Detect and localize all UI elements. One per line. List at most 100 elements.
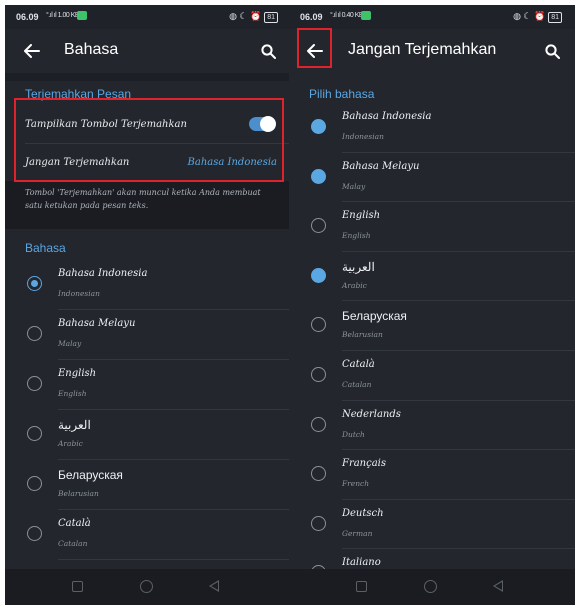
language-item[interactable]: Nederlands Dutch: [289, 401, 575, 451]
status-bar: 06.09 °.ıl ıl 0.40 KB/S ◍ ☾ ⏰ 81: [289, 5, 575, 29]
radio-button[interactable]: [27, 426, 42, 441]
radio-button[interactable]: [27, 526, 42, 541]
nav-back-icon[interactable]: [209, 580, 219, 592]
language-name: Català: [58, 518, 91, 529]
arrow-left-icon: [307, 44, 323, 58]
right-phone-screen: 06.09 °.ıl ıl 0.40 KB/S ◍ ☾ ⏰ 81 Jangan T…: [289, 5, 575, 605]
app-bar: Bahasa: [5, 29, 291, 73]
nav-recents-icon[interactable]: [356, 581, 367, 592]
checkbox-circle[interactable]: [311, 317, 326, 333]
nav-recents-icon[interactable]: [72, 581, 83, 592]
language-item[interactable]: Bahasa Indonesia Indonesian: [289, 103, 575, 153]
radio-button[interactable]: [27, 376, 42, 391]
show-translate-button-toggle[interactable]: [249, 116, 276, 132]
language-name: Беларуская: [342, 309, 407, 324]
divider: [58, 559, 291, 560]
radio-button[interactable]: [27, 276, 42, 291]
language-english-name: Malay: [58, 339, 82, 348]
back-button[interactable]: [302, 38, 328, 64]
system-icons: ◍ ☾ ⏰ 81: [229, 11, 278, 23]
app-bar: Jangan Terjemahkan: [289, 29, 575, 73]
search-icon: [544, 43, 560, 59]
language-name: Bahasa Indonesia: [58, 268, 148, 279]
dont-translate-label: Jangan Terjemahkan: [25, 157, 130, 168]
language-english-name: Belarusian: [58, 489, 99, 498]
language-name: العربية: [342, 259, 375, 274]
language-item[interactable]: Беларуская Belarusian: [289, 301, 575, 351]
checkbox-circle[interactable]: [311, 119, 326, 134]
language-english-name: Catalan: [58, 539, 88, 548]
translate-info-text: Tombol 'Terjemahkan' akan muncul ketika …: [25, 188, 261, 210]
language-name: Français: [342, 458, 387, 470]
language-english-name: Indonesian: [58, 289, 100, 298]
language-item[interactable]: Bahasa Melayu Malay: [5, 310, 291, 360]
language-item[interactable]: Français French: [289, 450, 575, 500]
search-icon: [260, 43, 276, 59]
checkbox-circle[interactable]: [311, 367, 326, 382]
language-english-name: English: [342, 231, 371, 241]
dont-translate-row[interactable]: Jangan Terjemahkan Bahasa Indonesia: [25, 144, 277, 182]
status-bar: 06.09 °.ıl ıl 1.00 KB/S ◍ ☾ ⏰ 81: [5, 5, 291, 29]
language-english-name: Catalan: [342, 380, 372, 389]
checkbox-circle[interactable]: [311, 267, 326, 283]
page-title: Bahasa: [64, 41, 119, 58]
language-list: Bahasa Bahasa Indonesia Indonesian Bahasa …: [5, 229, 291, 569]
navigation-bar: [5, 569, 291, 605]
battery-icon: 81: [548, 12, 562, 23]
language-item[interactable]: العربية Arabic: [5, 410, 291, 460]
checkbox-circle[interactable]: [311, 416, 326, 432]
checkbox-circle[interactable]: [311, 168, 326, 184]
section-header-language: Bahasa: [25, 241, 66, 255]
system-status-icons: ◍ ☾ ⏰: [513, 11, 546, 21]
checkbox-circle[interactable]: [311, 218, 326, 234]
choose-language-list: Pilih bahasa Bahasa Indonesia Indonesian B…: [289, 73, 575, 599]
translate-settings-card: Terjemahkan Pesan Tampilkan Tombol Terje…: [5, 81, 291, 181]
battery-icon: 81: [264, 12, 278, 23]
language-item[interactable]: English English: [5, 360, 291, 410]
show-translate-button-label: Tampilkan Tombol Terjemahkan: [25, 119, 187, 130]
arrow-left-icon: [24, 44, 40, 58]
checkbox-circle[interactable]: [311, 515, 326, 531]
language-item[interactable]: Deutsch German: [289, 500, 575, 550]
language-item[interactable]: العربية Arabic: [289, 252, 575, 302]
language-item[interactable]: Bahasa Melayu Malay: [289, 153, 575, 203]
search-button[interactable]: [539, 38, 565, 64]
whatsapp-notification-icon: [77, 11, 87, 20]
language-english-name: Dutch: [342, 429, 365, 439]
language-english-name: Belarusian: [342, 330, 383, 340]
system-status-icons: ◍ ☾ ⏰: [229, 11, 262, 21]
dont-translate-value: Bahasa Indonesia: [187, 157, 277, 168]
whatsapp-notification-icon: [361, 11, 371, 20]
radio-button[interactable]: [27, 326, 42, 341]
language-english-name: Malay: [342, 181, 366, 191]
language-english-name: Arabic: [342, 280, 367, 290]
show-translate-button-row[interactable]: Tampilkan Tombol Terjemahkan: [25, 106, 277, 144]
language-name: Bahasa Melayu: [58, 318, 136, 329]
language-item[interactable]: Català Catalan: [289, 351, 575, 401]
language-item[interactable]: Беларуская Belarusian: [5, 460, 291, 510]
search-button[interactable]: [255, 38, 281, 64]
nav-home-icon[interactable]: [424, 580, 437, 593]
language-english-name: French: [342, 479, 370, 489]
language-item[interactable]: English English: [289, 202, 575, 252]
nav-back-icon[interactable]: [493, 580, 503, 592]
checkbox-circle[interactable]: [311, 466, 326, 482]
language-english-name: Indonesian: [342, 132, 384, 141]
status-time: 06.09: [300, 12, 323, 22]
language-english-name: English: [58, 389, 87, 398]
language-item[interactable]: Català Catalan: [5, 510, 291, 560]
left-phone-screen: 06.09 °.ıl ıl 1.00 KB/S ◍ ☾ ⏰ 81 Bahasa T…: [5, 5, 291, 605]
language-name: English: [58, 368, 97, 379]
nav-home-icon[interactable]: [140, 580, 153, 593]
language-name: العربية: [58, 418, 91, 432]
language-item[interactable]: Bahasa Indonesia Indonesian: [5, 260, 291, 310]
toggle-knob: [260, 116, 276, 132]
language-name: Bahasa Indonesia: [342, 111, 432, 122]
language-name: Bahasa Melayu: [342, 160, 420, 172]
back-button[interactable]: [19, 38, 45, 64]
radio-button[interactable]: [27, 476, 42, 491]
section-header-choose: Pilih bahasa: [309, 87, 375, 101]
language-name: Italiano: [342, 557, 381, 569]
language-name: Deutsch: [342, 507, 384, 519]
system-icons: ◍ ☾ ⏰ 81: [513, 11, 562, 23]
